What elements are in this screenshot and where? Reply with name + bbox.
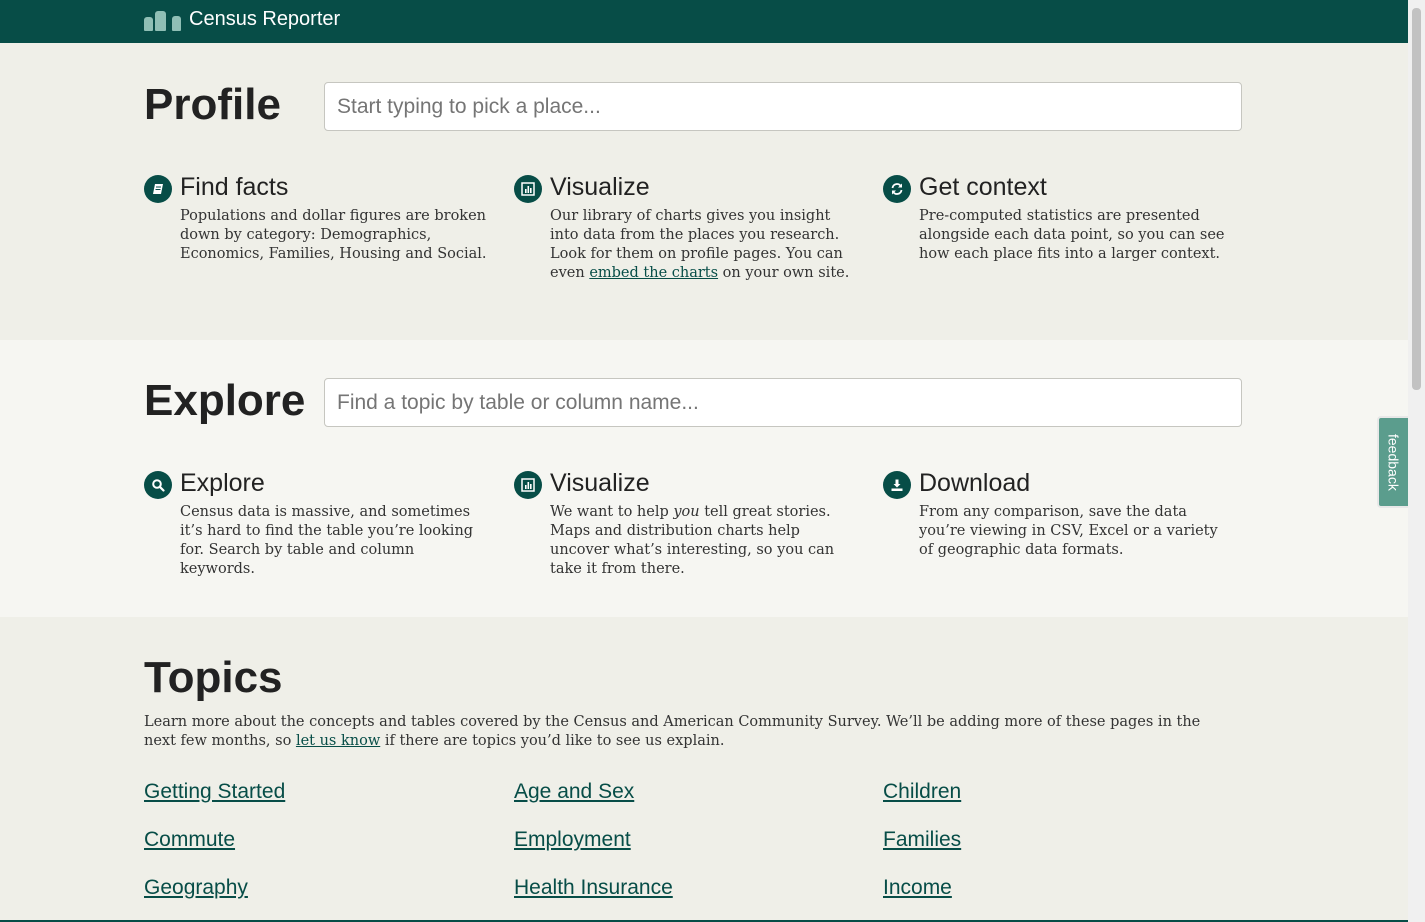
topics-title: Topics [144, 653, 283, 702]
explore-title: Explore [144, 376, 306, 425]
refresh-icon [883, 175, 911, 203]
feature-title: Find facts [180, 173, 289, 201]
feature-description: Census data is massive, and sometimes it… [180, 504, 474, 577]
bar-chart-icon [514, 175, 542, 203]
emphasis-text: you [673, 504, 700, 520]
topic-link-age-and-sex[interactable]: Age and Sex [514, 780, 634, 804]
profile-title: Profile [144, 80, 281, 129]
place-search-input[interactable] [324, 82, 1242, 131]
topic-link-employment[interactable]: Employment [514, 828, 631, 852]
feedback-tab[interactable]: feedback [1377, 416, 1408, 508]
feature-description: Populations and dollar figures are broke… [180, 208, 487, 262]
feature-title: Visualize [550, 469, 650, 497]
feature-title: Visualize [550, 173, 650, 201]
brand-name: Census Reporter [189, 8, 341, 30]
feature-title: Explore [180, 469, 265, 497]
description-text: We want to help [550, 504, 674, 520]
topic-link-income[interactable]: Income [883, 876, 952, 900]
bar-chart-icon [514, 471, 542, 499]
feature-description: Pre-computed statistics are presented al… [919, 208, 1225, 262]
feature-description: We want to help you tell great stories. … [550, 503, 862, 579]
brand-link[interactable]: Census Reporter [144, 8, 340, 31]
explore-section: Explore Explore Census data is massive, … [0, 340, 1408, 617]
feature-title: Get context [919, 173, 1047, 201]
census-reporter-logo-icon [144, 9, 181, 31]
search-icon [144, 471, 172, 499]
profile-section: Profile Find facts Populations and dolla… [0, 43, 1408, 340]
topics-section: Topics Learn more about the concepts and… [0, 617, 1408, 922]
topic-link-families[interactable]: Families [883, 828, 961, 852]
intro-text: if there are topics you’d like to see us… [380, 733, 725, 749]
feature-description: From any comparison, save the data you’r… [919, 504, 1218, 558]
topic-link-geography[interactable]: Geography [144, 876, 248, 900]
topics-intro: Learn more about the concepts and tables… [144, 713, 1224, 751]
feature-title: Download [919, 469, 1031, 497]
vertical-scrollbar[interactable] [1408, 0, 1425, 922]
feature-description: Our library of charts gives you insight … [550, 207, 862, 283]
topic-link-children[interactable]: Children [883, 780, 961, 804]
topic-link-getting-started[interactable]: Getting Started [144, 780, 285, 804]
feedback-label: feedback [1385, 433, 1402, 491]
topic-link-commute[interactable]: Commute [144, 828, 235, 852]
description-text: on your own site. [718, 265, 850, 281]
topic-search-input[interactable] [324, 378, 1242, 427]
topic-link-health-insurance[interactable]: Health Insurance [514, 876, 673, 900]
top-navbar: Census Reporter [0, 0, 1408, 43]
let-us-know-link[interactable]: let us know [296, 733, 380, 749]
embed-charts-link[interactable]: embed the charts [589, 265, 718, 281]
scrollbar-thumb[interactable] [1412, 8, 1421, 390]
book-icon [144, 175, 172, 203]
download-icon [883, 471, 911, 499]
